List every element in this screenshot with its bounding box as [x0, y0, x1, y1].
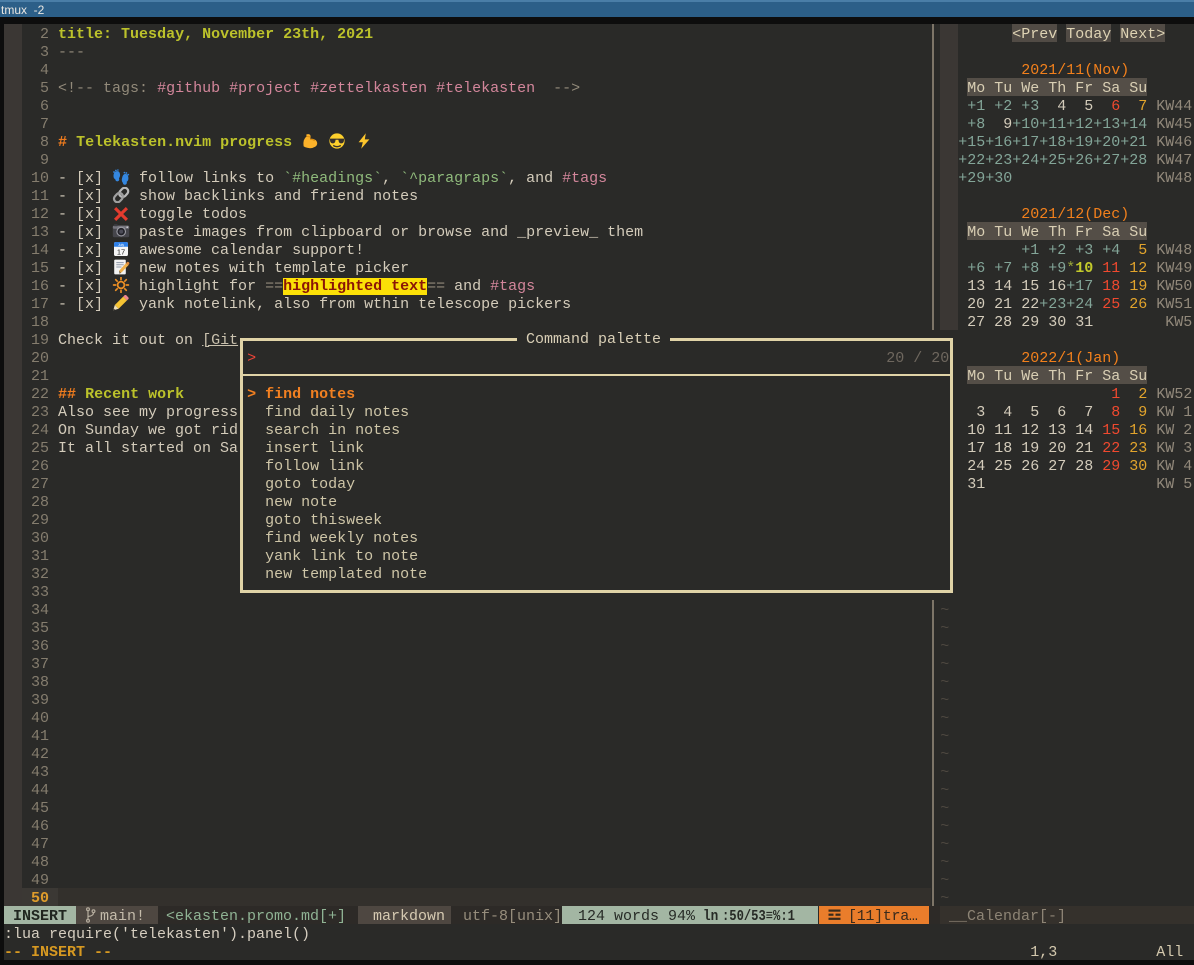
svg-text:17: 17 [117, 247, 125, 256]
svg-text:July: July [118, 243, 124, 247]
